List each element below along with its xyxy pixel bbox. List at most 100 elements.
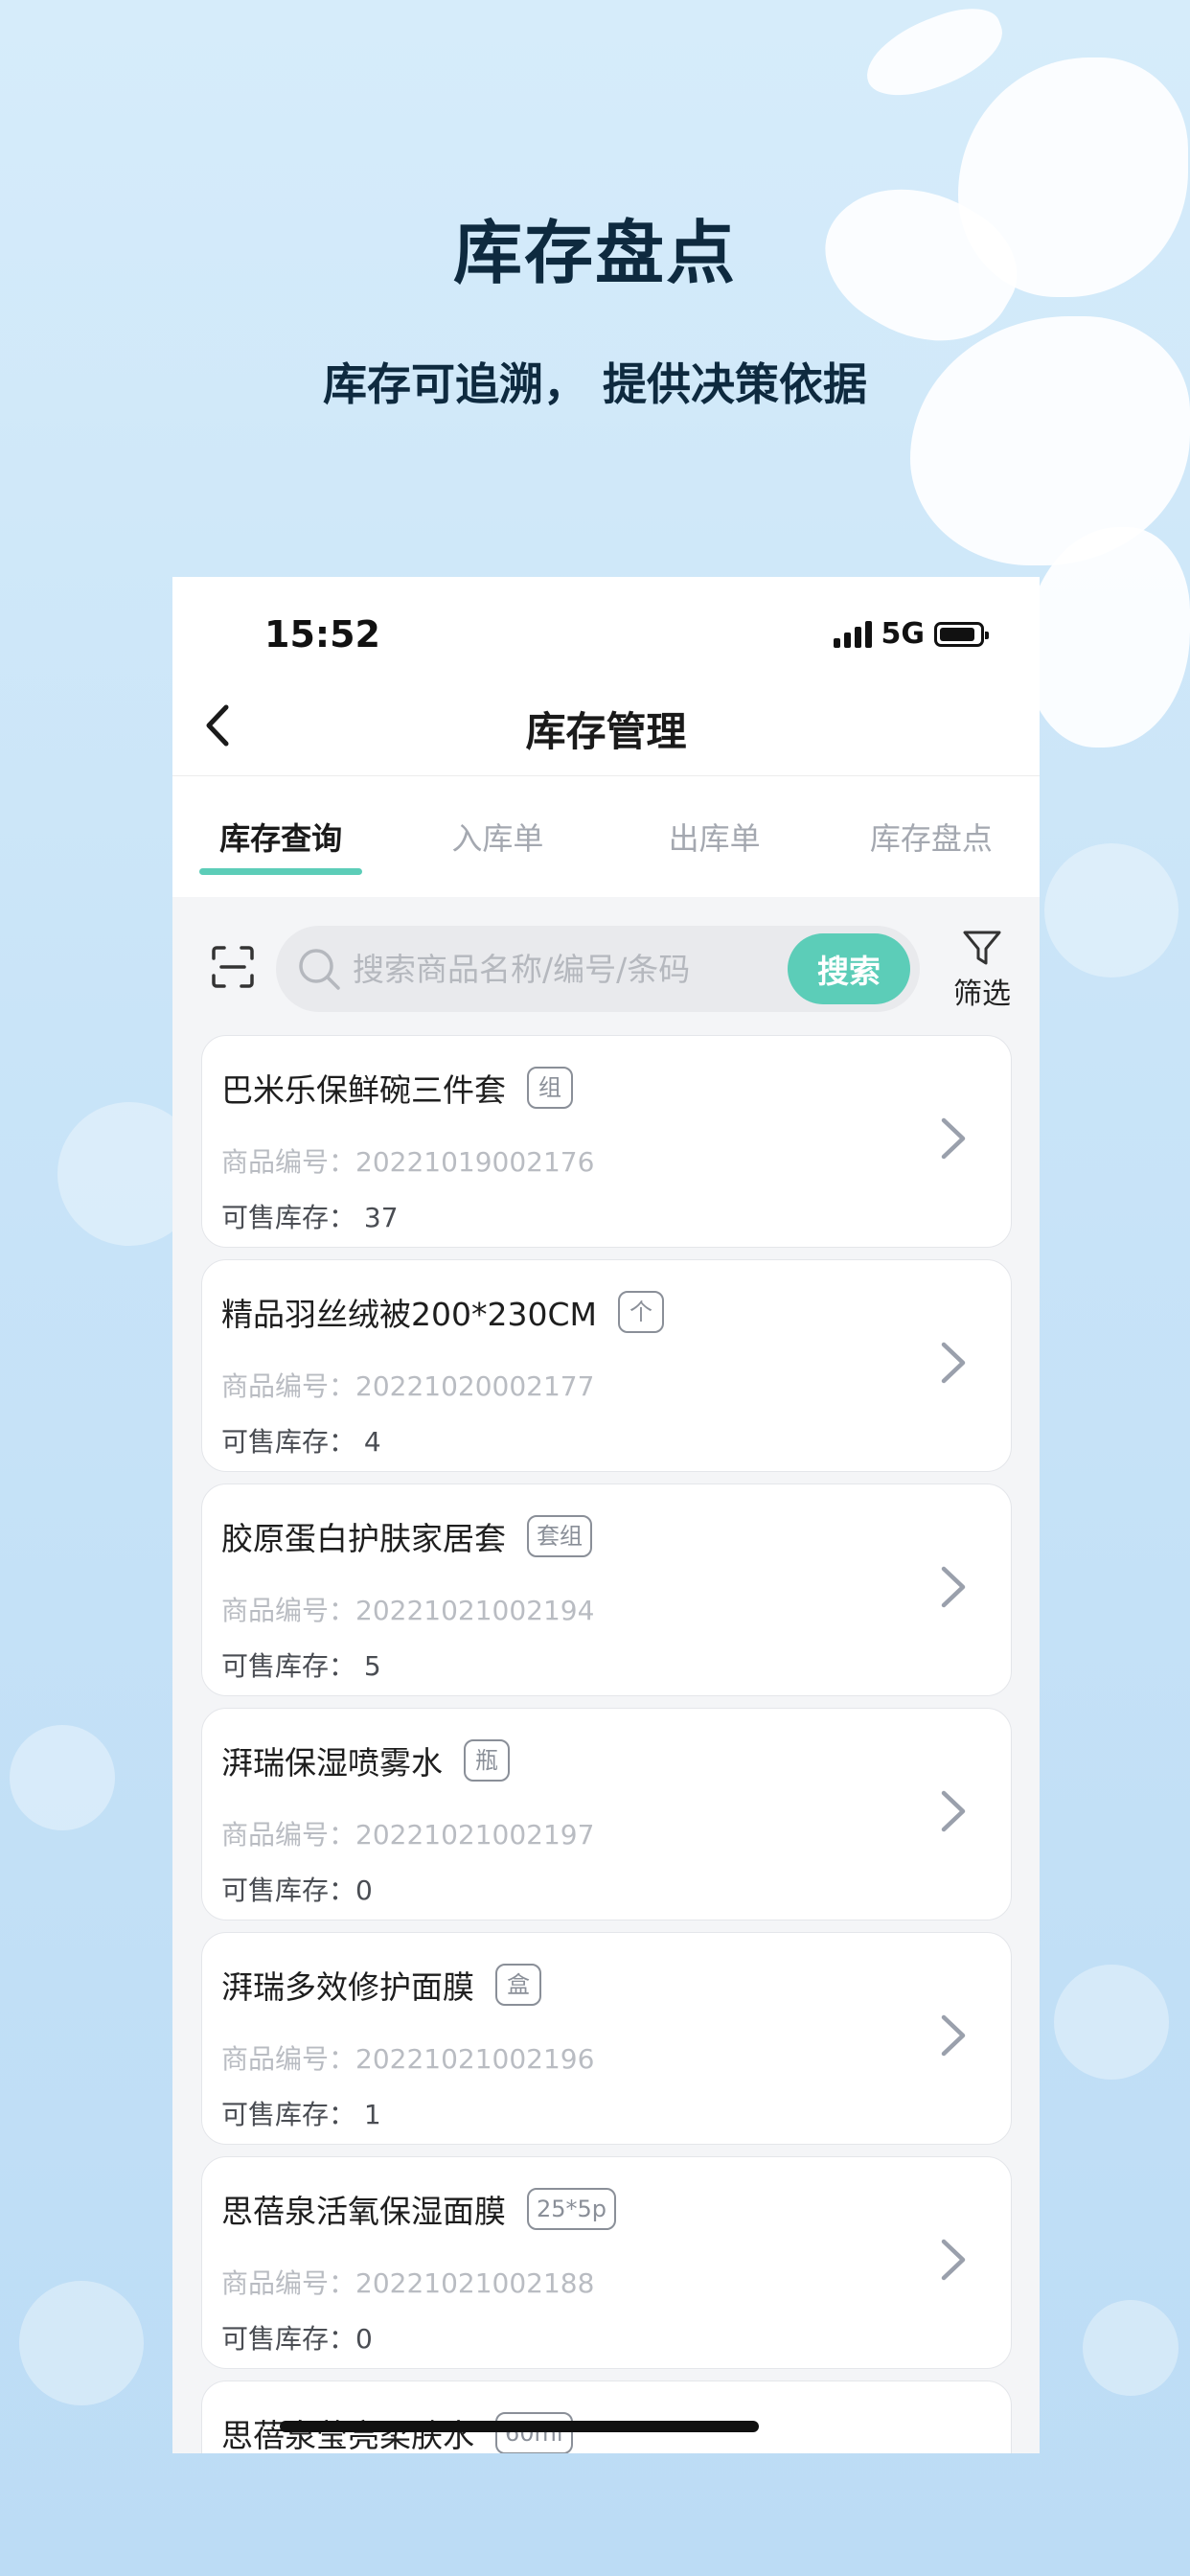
code-label: 商品编号：	[221, 1595, 356, 1626]
product-stock: 可售库存： 4	[221, 1421, 381, 1460]
phone-screen: 15:52 5G 库存管理 库存查询 入库单 出库单 库存盘点 搜索商品名称/编…	[172, 577, 1040, 2453]
code-value: 20221021002188	[355, 2267, 595, 2299]
tab-bar: 库存查询 入库单 出库单 库存盘点	[172, 776, 1040, 897]
unit-badge: 套组	[527, 1514, 592, 1558]
unit-badge: 组	[527, 1066, 573, 1110]
code-value: 20221020002177	[355, 1370, 595, 1402]
list-item[interactable]: 巴米乐保鲜碗三件套 组 商品编号：20221019002176 可售库存： 37	[201, 1035, 1012, 1248]
stock-value: 5	[363, 1650, 381, 1682]
product-name-row: 巴米乐保鲜碗三件套 组	[221, 1065, 573, 1111]
product-name-row: 湃瑞多效修护面膜 盒	[221, 1962, 541, 2008]
page-title: 库存管理	[525, 708, 687, 755]
background-bokeh	[19, 2281, 144, 2405]
product-stock: 可售库存： 1	[221, 2094, 381, 2132]
unit-badge: 60ml	[495, 2411, 573, 2453]
flower-decoration	[855, 0, 1014, 109]
filter-button[interactable]: 筛选	[939, 924, 1025, 1020]
unit-badge: 个	[618, 1290, 664, 1334]
product-name: 思蓓泉活氧保湿面膜	[221, 2193, 506, 2230]
search-button[interactable]: 搜索	[788, 933, 910, 1004]
search-icon	[299, 949, 340, 990]
list-item[interactable]: 思蓓泉活氧保湿面膜 25*5p 商品编号：20221021002188 可售库存…	[201, 2156, 1012, 2369]
filter-label: 筛选	[953, 978, 1011, 1011]
filter-icon	[963, 931, 1001, 965]
product-stock: 可售库存： 37	[221, 1197, 399, 1235]
background-bokeh	[10, 1725, 115, 1830]
tab-outbound-order[interactable]: 出库单	[606, 776, 823, 897]
product-name-row: 思蓓泉活氧保湿面膜 25*5p	[221, 2186, 617, 2232]
product-name: 胶原蛋白护肤家居套	[221, 1520, 506, 1557]
stock-label: 可售库存：	[221, 2323, 356, 2355]
list-item[interactable]: 湃瑞多效修护面膜 盒 商品编号：20221021002196 可售库存： 1	[201, 1932, 1012, 2145]
tab-inbound-order[interactable]: 入库单	[389, 776, 606, 897]
search-row: 搜索 筛选	[172, 924, 1040, 1020]
background-bokeh	[1083, 2300, 1179, 2396]
stock-value: 0	[355, 1874, 373, 1906]
product-code: 商品编号：20221021002194	[221, 1590, 594, 1628]
status-time: 15:52	[264, 613, 380, 656]
chevron-right-icon	[941, 1790, 966, 1832]
stock-label: 可售库存：	[221, 1426, 356, 1458]
code-value: 20221021002197	[355, 1819, 595, 1851]
code-label: 商品编号：	[221, 2043, 356, 2075]
unit-badge: 盒	[495, 1963, 541, 2007]
chevron-right-icon	[941, 1117, 966, 1160]
tab-stocktaking[interactable]: 库存盘点	[823, 776, 1040, 897]
product-code: 商品编号：20221020002177	[221, 1366, 594, 1404]
product-code: 商品编号：20221021002196	[221, 2038, 594, 2077]
code-value: 20221019002176	[355, 1146, 595, 1178]
product-name: 湃瑞多效修护面膜	[221, 1968, 474, 2006]
product-stock: 可售库存：0	[221, 2318, 373, 2357]
product-stock: 可售库存： 5	[221, 1645, 381, 1684]
code-label: 商品编号：	[221, 1819, 356, 1851]
product-code: 商品编号：20221019002176	[221, 1141, 594, 1180]
product-code: 商品编号：20221021002188	[221, 2263, 594, 2301]
status-indicators: 5G	[833, 617, 989, 651]
background-bokeh	[1054, 1965, 1169, 2080]
product-stock: 可售库存：0	[221, 1870, 373, 1908]
scan-icon[interactable]	[211, 945, 255, 989]
chevron-right-icon	[941, 2014, 966, 2057]
product-name: 精品羽丝绒被200*230CM	[221, 1296, 597, 1333]
chevron-right-icon	[941, 1342, 966, 1384]
search-input[interactable]	[353, 926, 774, 1012]
stock-label: 可售库存：	[221, 1874, 356, 1906]
list-item[interactable]: 精品羽丝绒被200*230CM 个 商品编号：20221020002177 可售…	[201, 1259, 1012, 1472]
product-name-row: 胶原蛋白护肤家居套 套组	[221, 1513, 592, 1559]
code-label: 商品编号：	[221, 1146, 356, 1178]
stock-value: 1	[363, 2099, 381, 2130]
code-value: 20221021002194	[355, 1595, 595, 1626]
list-item[interactable]: 湃瑞保湿喷雾水 瓶 商品编号：20221021002197 可售库存：0	[201, 1708, 1012, 1920]
product-name-row: 湃瑞保湿喷雾水 瓶	[221, 1737, 510, 1783]
list-item[interactable]: 胶原蛋白护肤家居套 套组 商品编号：20221021002194 可售库存： 5	[201, 1484, 1012, 1696]
product-list: 巴米乐保鲜碗三件套 组 商品编号：20221019002176 可售库存： 37…	[201, 1035, 1012, 2453]
stock-value: 37	[363, 1202, 399, 1233]
product-name: 湃瑞保湿喷雾水	[221, 1744, 443, 1782]
stock-value: 4	[363, 1426, 381, 1458]
home-indicator[interactable]	[280, 2421, 759, 2432]
product-name-row: 精品羽丝绒被200*230CM 个	[221, 1289, 664, 1335]
unit-badge: 瓶	[464, 1738, 510, 1782]
stock-label: 可售库存：	[221, 2099, 356, 2130]
background-bokeh	[1044, 843, 1179, 978]
code-value: 20221021002196	[355, 2043, 595, 2075]
chevron-right-icon	[941, 1566, 966, 1608]
search-box: 搜索	[276, 926, 920, 1012]
network-type: 5G	[881, 617, 926, 651]
unit-badge: 25*5p	[527, 2187, 617, 2231]
navigation-bar: 库存管理	[172, 673, 1040, 776]
battery-icon	[934, 621, 989, 647]
tab-inventory-query[interactable]: 库存查询	[172, 776, 389, 897]
signal-icon	[833, 620, 872, 648]
promo-title: 库存盘点	[452, 213, 737, 293]
product-code: 商品编号：20221021002197	[221, 1814, 594, 1852]
status-bar: 15:52 5G	[172, 577, 1040, 673]
promo-subtitle: 库存可追溯， 提供决策依据	[322, 358, 867, 410]
stock-label: 可售库存：	[221, 1650, 356, 1682]
code-label: 商品编号：	[221, 2267, 356, 2299]
stock-label: 可售库存：	[221, 1202, 356, 1233]
stock-value: 0	[355, 2323, 373, 2355]
list-item[interactable]: 思蓓泉莹亮柔肤水 60ml	[201, 2380, 1012, 2453]
chevron-right-icon	[941, 2239, 966, 2281]
code-label: 商品编号：	[221, 1370, 356, 1402]
